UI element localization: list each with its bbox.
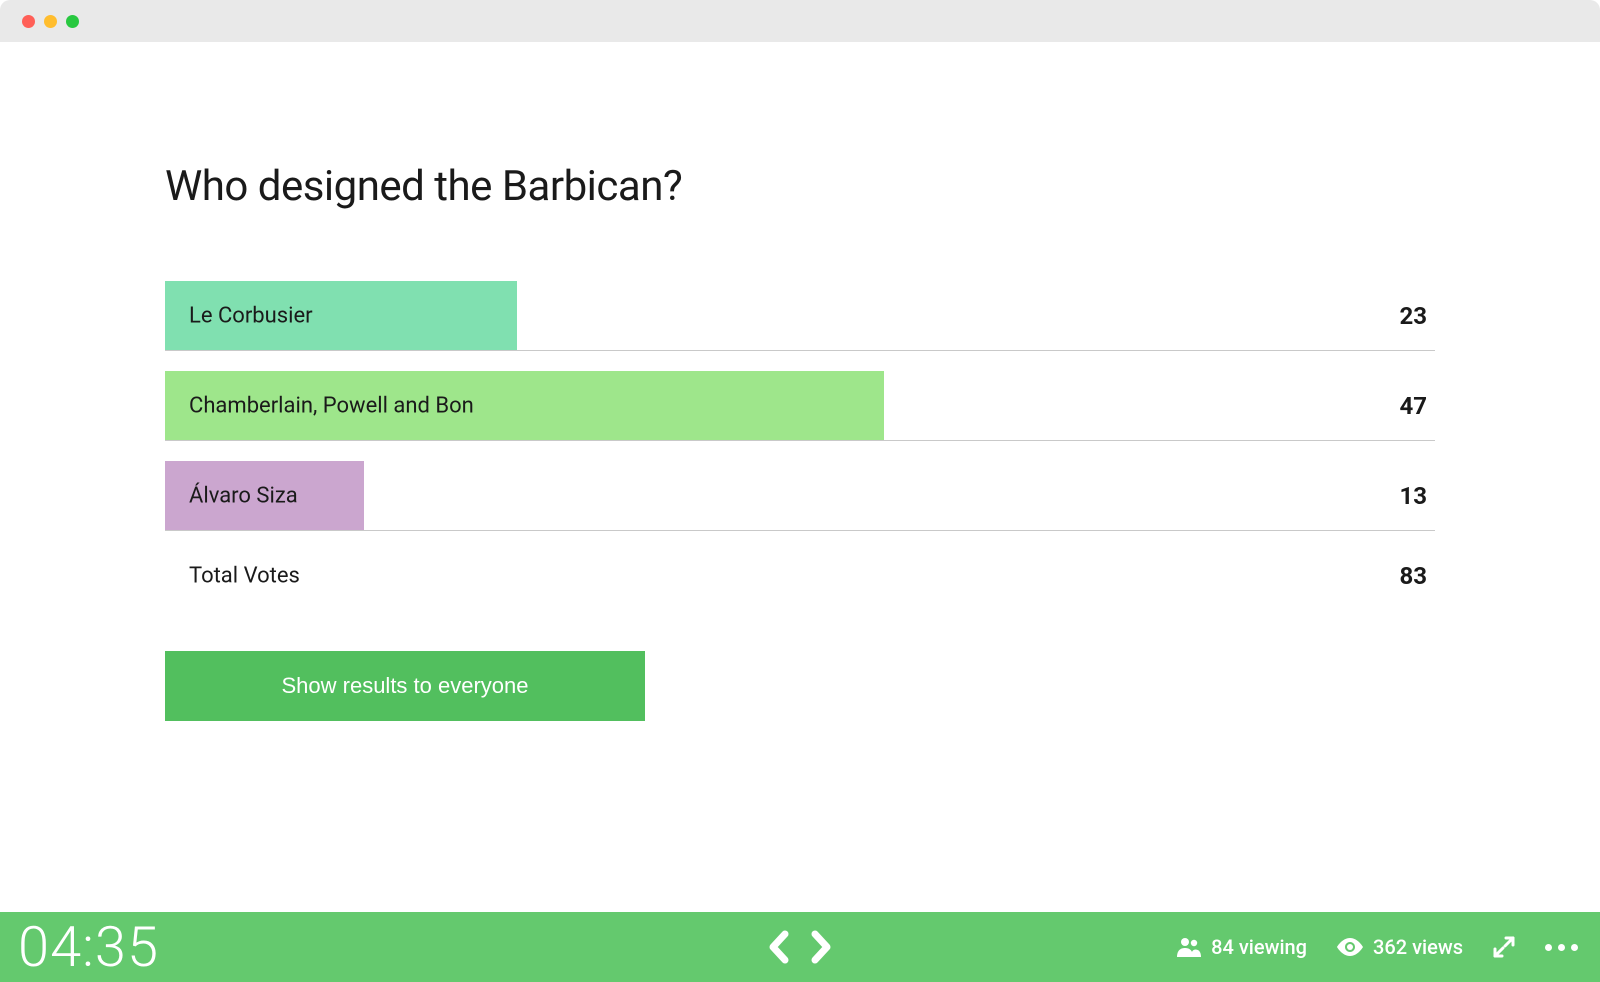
prev-slide-button[interactable] bbox=[767, 930, 791, 964]
poll-option-label: Álvaro Siza bbox=[189, 483, 298, 508]
chevron-right-icon bbox=[809, 930, 833, 964]
poll-option-label: Le Corbusier bbox=[189, 303, 313, 328]
window-close-button[interactable] bbox=[22, 15, 35, 28]
chevron-left-icon bbox=[767, 930, 791, 964]
toolbar-right-cluster: 84 viewing 362 views bbox=[1177, 935, 1578, 959]
poll-total-count: 83 bbox=[1399, 562, 1427, 590]
window-maximize-button[interactable] bbox=[66, 15, 79, 28]
fullscreen-button[interactable] bbox=[1493, 936, 1515, 958]
views-stat: 362 views bbox=[1337, 935, 1463, 959]
more-menu-button[interactable] bbox=[1545, 944, 1578, 951]
poll-option-count: 13 bbox=[1399, 482, 1427, 510]
views-text: 362 views bbox=[1373, 935, 1463, 959]
poll-option-label: Chamberlain, Powell and Bon bbox=[189, 393, 474, 418]
poll-option-row: Álvaro Siza 13 bbox=[165, 461, 1435, 531]
bottom-toolbar: 04:35 84 viewing bbox=[0, 912, 1600, 982]
window-titlebar bbox=[0, 0, 1600, 42]
app-window: Who designed the Barbican? Le Corbusier 2… bbox=[0, 0, 1600, 982]
poll-total-row: Total Votes 83 bbox=[165, 551, 1435, 601]
views-count: 362 bbox=[1373, 935, 1407, 959]
people-icon bbox=[1177, 937, 1201, 957]
viewers-count: 84 bbox=[1211, 935, 1234, 959]
poll-question: Who designed the Barbican? bbox=[165, 162, 1435, 211]
poll-options: Le Corbusier 23 Chamberlain, Powell and Bo… bbox=[165, 281, 1435, 531]
expand-icon bbox=[1493, 936, 1515, 958]
viewers-suffix: viewing bbox=[1239, 935, 1307, 959]
viewers-stat: 84 viewing bbox=[1177, 935, 1307, 959]
eye-icon bbox=[1337, 938, 1363, 956]
dot-icon bbox=[1571, 944, 1578, 951]
poll-option-row: Le Corbusier 23 bbox=[165, 281, 1435, 351]
poll-panel: Who designed the Barbican? Le Corbusier 2… bbox=[0, 42, 1600, 982]
views-suffix: views bbox=[1412, 935, 1463, 959]
show-results-button[interactable]: Show results to everyone bbox=[165, 651, 645, 721]
dot-icon bbox=[1545, 944, 1552, 951]
presentation-timer: 04:35 bbox=[18, 919, 159, 975]
poll-option-row: Chamberlain, Powell and Bon 47 bbox=[165, 371, 1435, 441]
next-slide-button[interactable] bbox=[809, 930, 833, 964]
poll-option-count: 23 bbox=[1399, 302, 1427, 330]
window-minimize-button[interactable] bbox=[44, 15, 57, 28]
poll-option-count: 47 bbox=[1399, 392, 1427, 420]
viewers-text: 84 viewing bbox=[1211, 935, 1307, 959]
dot-icon bbox=[1558, 944, 1565, 951]
slide-nav bbox=[767, 930, 833, 964]
poll-total-label: Total Votes bbox=[189, 564, 300, 589]
